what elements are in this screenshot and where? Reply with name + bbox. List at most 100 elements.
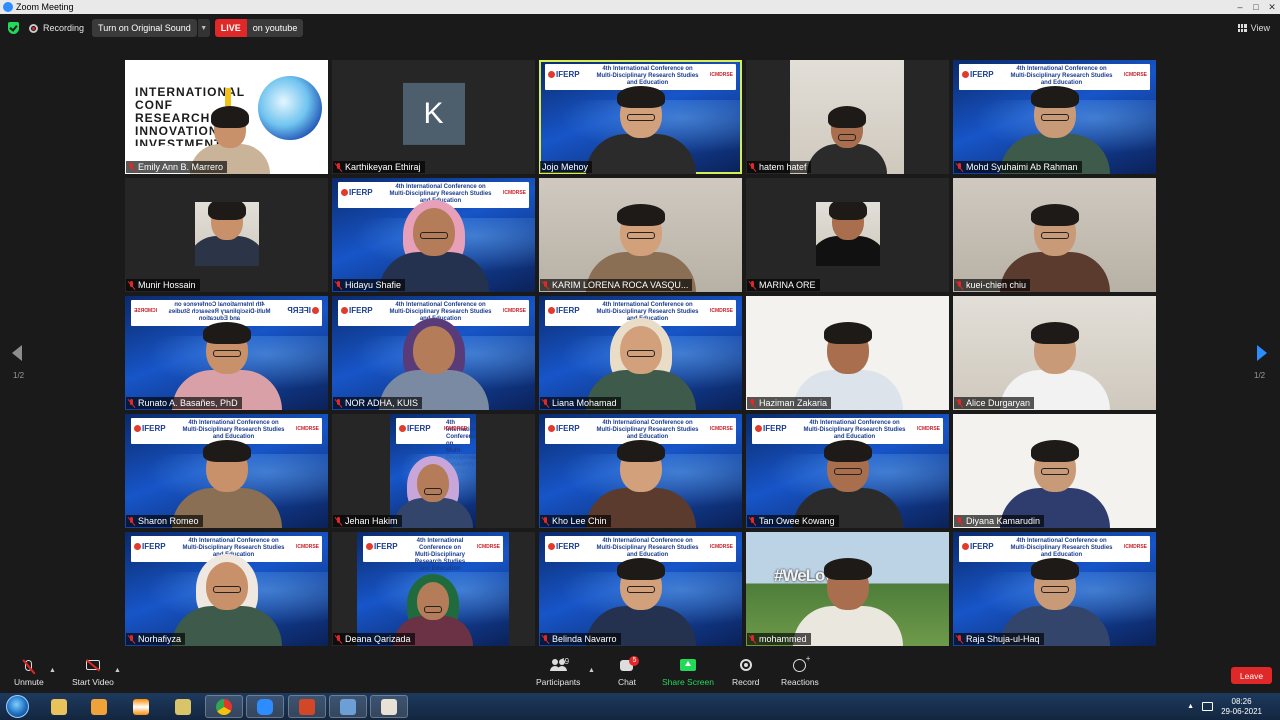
record-button[interactable]: Record	[732, 657, 759, 687]
participant-name: Kho Lee Chin	[552, 516, 607, 526]
meeting-toolbar: Unmute ▲ Start Video ▲ 49 Participants ▲…	[0, 654, 1280, 693]
taskbar-powerpoint[interactable]	[288, 695, 326, 718]
participant-tile[interactable]: Haziman Zakaria	[746, 296, 949, 410]
participant-tile[interactable]: K Karthikeyan Ethiraj	[332, 60, 535, 174]
face	[407, 574, 459, 634]
participant-tile[interactable]: IFERP4th International Conference onMult…	[953, 532, 1156, 646]
previous-page-arrow-icon[interactable]	[12, 345, 22, 361]
maximize-icon[interactable]: □	[1250, 1, 1262, 13]
participant-name-tag: Jehan Hakim	[333, 515, 402, 527]
conference-title: 4th International Conference on Multi-Dis…	[181, 420, 286, 441]
live-badge[interactable]: LIVE	[214, 19, 247, 37]
glasses	[419, 232, 448, 239]
reactions-button[interactable]: Reactions	[781, 654, 819, 688]
mic-muted-icon	[749, 280, 756, 290]
taskbar-window[interactable]	[329, 695, 367, 718]
page-indicator-right: 1/2	[1254, 371, 1266, 380]
participant-name-tag: hatem hatef	[747, 161, 811, 173]
participant-tile[interactable]: IFERP4th International Conference onMult…	[125, 414, 328, 528]
chevron-down-icon[interactable]: ▼	[197, 19, 210, 37]
mic-muted-icon	[542, 516, 549, 526]
participant-tile[interactable]: IFERP4th International Conference onMult…	[332, 532, 535, 646]
view-button[interactable]: View	[1237, 23, 1270, 33]
participant-tile[interactable]: IFERP4th International Conference onMult…	[125, 296, 328, 410]
taskbar-explorer[interactable]	[40, 695, 78, 718]
participant-tile[interactable]: KARIM LORENA ROCA VASQU...	[539, 178, 742, 292]
next-page-arrow-icon[interactable]	[1257, 345, 1267, 361]
leave-button[interactable]: Leave	[1231, 667, 1272, 684]
participant-name: Karthikeyan Ethiraj	[345, 162, 421, 172]
window-title: Zoom Meeting	[16, 2, 74, 12]
mic-muted-icon	[749, 162, 756, 172]
conference-badge: ICMDRSE	[502, 190, 526, 196]
conference-title-line: 4th International Conference on	[1016, 538, 1107, 544]
participant-name-tag: Kho Lee Chin	[540, 515, 611, 527]
mic-muted-icon	[128, 516, 135, 526]
mic-muted-icon	[956, 634, 963, 644]
glasses	[626, 232, 655, 239]
taskbar-chrome[interactable]	[205, 695, 243, 718]
participant-name-tag: Jojo Mehoy	[540, 161, 593, 173]
participant-tile[interactable]: MARINA ORE	[746, 178, 949, 292]
reactions-label: Reactions	[781, 677, 819, 687]
paint-icon	[381, 698, 397, 715]
video-options-chevron-icon[interactable]: ▲	[114, 667, 121, 674]
windows-start-icon[interactable]	[6, 695, 29, 718]
participant-name: Haziman Zakaria	[759, 398, 828, 408]
taskbar-vlc[interactable]	[122, 695, 160, 718]
conference-title-line: 4th International Conference on	[174, 302, 265, 308]
live-target-label[interactable]: on youtube	[246, 19, 304, 37]
participant-tile[interactable]: IFERP4th International Conference onMult…	[332, 178, 535, 292]
participant-tile[interactable]: IFERP4th International Conference onMult…	[332, 296, 535, 410]
participant-name-tag: Hidayu Shafie	[333, 279, 406, 291]
participant-name-tag: mohammed	[747, 633, 811, 645]
security-shield-icon[interactable]	[8, 22, 19, 34]
participant-tile[interactable]: Alice Durgaryan	[953, 296, 1156, 410]
minimize-icon[interactable]: –	[1234, 1, 1246, 13]
taskbar-app-tool[interactable]	[164, 695, 202, 718]
glasses	[1040, 468, 1069, 475]
participant-tile[interactable]: IFERP4th International Conference onMult…	[539, 532, 742, 646]
chat-button[interactable]: 5 Chat	[618, 655, 640, 687]
participant-name-tag: kuei-chien chiu	[954, 279, 1031, 291]
participant-name: mohammed	[759, 634, 807, 644]
tray-expand-icon[interactable]: ▲	[1187, 703, 1194, 710]
participant-tile[interactable]: IFERP4th International Conference onMult…	[539, 414, 742, 528]
clock-date: 29-06-2021	[1221, 706, 1262, 716]
participants-options-chevron-icon[interactable]: ▲	[588, 667, 595, 674]
face	[823, 322, 872, 374]
recording-label: Recording	[43, 23, 85, 33]
original-sound-button[interactable]: Turn on Original Sound	[92, 19, 197, 37]
face	[828, 202, 867, 240]
glasses	[424, 606, 442, 613]
participant-tile[interactable]: INTERNATIONAL CONF RESEARCH INNOVATION I…	[125, 60, 328, 174]
taskbar-paint[interactable]	[370, 695, 408, 718]
participant-tile[interactable]: kuei-chien chiu	[953, 178, 1156, 292]
participant-tile[interactable]: IFERP4th International Conference onMult…	[953, 60, 1156, 174]
participant-tile[interactable]: IFERP4th International Conference onMult…	[332, 414, 535, 528]
participant-tile[interactable]: IFERP4th International Conference onMult…	[539, 296, 742, 410]
participant-tile[interactable]: IFERP4th International Conference onMult…	[746, 414, 949, 528]
audio-options-chevron-icon[interactable]: ▲	[49, 667, 56, 674]
participants-button[interactable]: 49 Participants	[536, 657, 580, 687]
unmute-button[interactable]: Unmute	[14, 657, 44, 687]
start-video-button[interactable]: Start Video	[72, 657, 114, 687]
clock[interactable]: 08:26 29-06-2021	[1221, 697, 1262, 717]
network-icon[interactable]	[1202, 702, 1214, 711]
participant-tile[interactable]: #WeLovePM mohammed	[746, 532, 949, 646]
close-icon[interactable]: ✕	[1266, 1, 1278, 13]
participant-tile[interactable]: Munir Hossain	[125, 178, 328, 292]
participant-video	[807, 106, 887, 174]
taskbar-zoom[interactable]	[246, 695, 284, 718]
hair	[616, 558, 665, 580]
participant-tile[interactable]: hatem hatef	[746, 60, 949, 174]
participant-tile[interactable]: IFERP4th International Conference onMult…	[539, 60, 742, 174]
conference-badge: ICMDRSE	[1123, 72, 1147, 78]
participant-tile[interactable]: IFERP4th International Conference onMult…	[125, 532, 328, 646]
participant-tile[interactable]: Diyana Kamarudin	[953, 414, 1156, 528]
record-label: Record	[732, 677, 760, 687]
taskbar-media-player[interactable]	[80, 695, 118, 718]
share-screen-button[interactable]: Share Screen	[662, 657, 714, 687]
conference-badge: ICMDRSE	[709, 426, 733, 432]
mic-muted-icon	[335, 516, 342, 526]
